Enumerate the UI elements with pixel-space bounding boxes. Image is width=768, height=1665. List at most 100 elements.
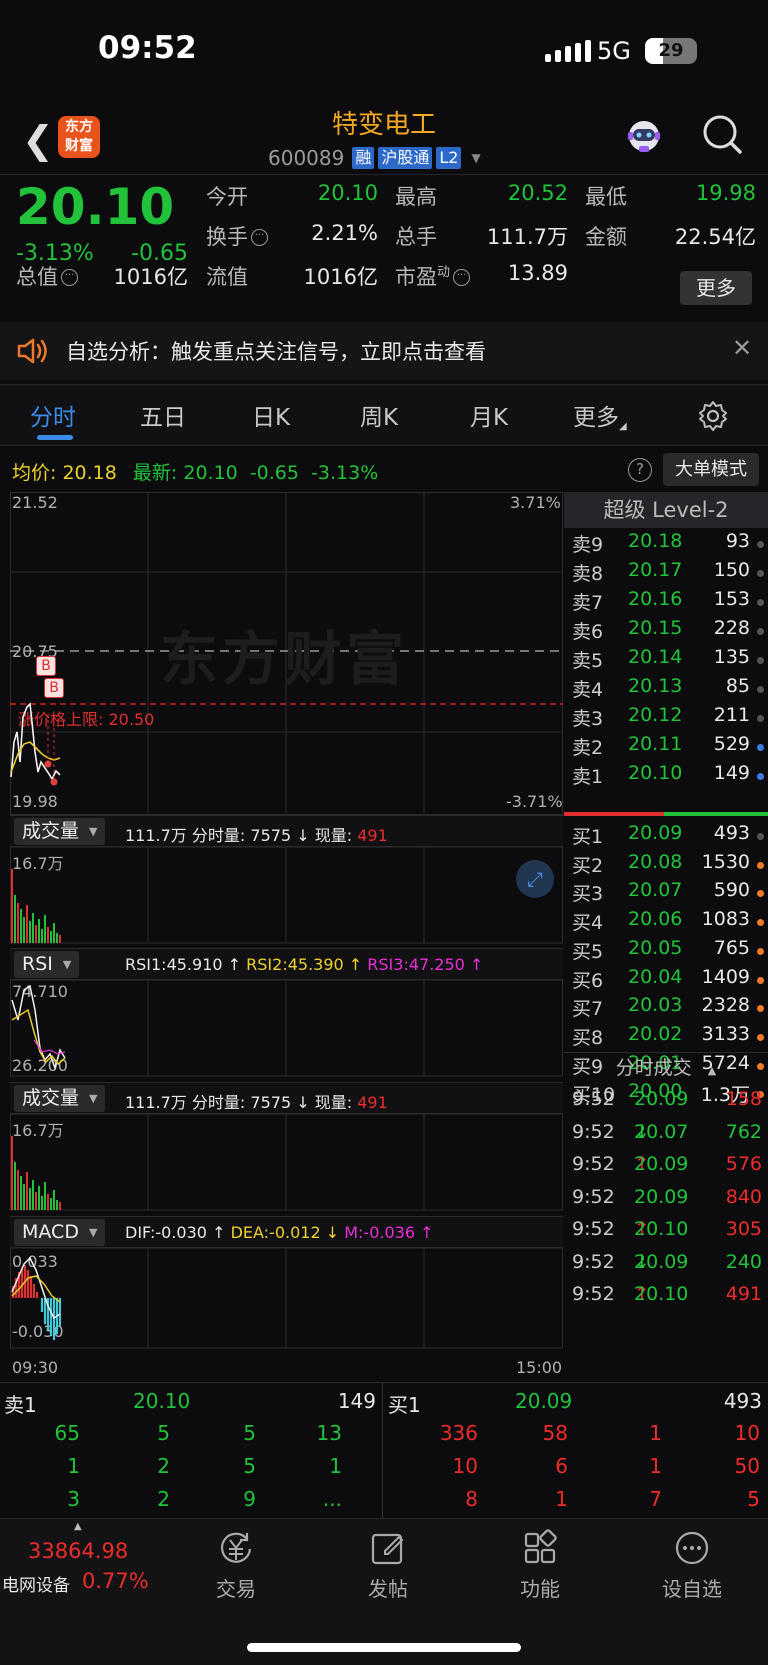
order-dot-icon xyxy=(757,861,764,869)
ask-volume: 85 xyxy=(725,675,750,697)
help-icon[interactable]: ? xyxy=(628,458,652,482)
nav-features[interactable]: 功能 xyxy=(490,1529,590,1602)
intraday-chart[interactable]: 东方财富 21.52 3.71% 20.75 涨价格上限: 20.50 19.9… xyxy=(10,492,563,1382)
battery-level: 29 xyxy=(658,40,684,61)
ask-row[interactable]: 卖7 20.16 153 xyxy=(564,588,768,618)
volume-bars xyxy=(11,869,61,943)
ask-row[interactable]: 卖3 20.12 211 xyxy=(564,704,768,734)
bid-row[interactable]: 买3 20.07 590 xyxy=(564,879,768,909)
bid-queue-cell: 1 xyxy=(555,1487,568,1511)
ask-volume: 529 xyxy=(713,733,750,755)
trades-header[interactable]: 分时成交 ▲ xyxy=(564,1052,768,1082)
bid-row[interactable]: 买1 20.09 493 xyxy=(564,822,768,852)
corner-caret-icon: ◢ xyxy=(619,421,627,432)
trade-price: 20.07 ↓ xyxy=(634,1120,689,1143)
trade-price: 20.09 ↓ xyxy=(634,1250,689,1273)
latest-value: 20.10 xyxy=(183,462,238,484)
speaker-icon xyxy=(17,338,47,364)
tab-five-day[interactable]: 五日 xyxy=(140,398,186,432)
ask-queue-cell: 5 xyxy=(243,1421,256,1445)
bid-row[interactable]: 买4 20.06 1083 xyxy=(564,908,768,938)
dropdown-caret-icon: ▼ xyxy=(89,1092,98,1105)
nav-trade[interactable]: 交易 xyxy=(186,1529,286,1602)
bid-row[interactable]: 买8 20.02 3133 xyxy=(564,1023,768,1053)
bid-ask-divider xyxy=(564,812,664,816)
volume-bars xyxy=(11,1136,61,1210)
ask-queue-cell: 3 xyxy=(67,1487,80,1511)
ask-row[interactable]: 卖8 20.17 150 xyxy=(564,559,768,589)
time-end: 15:00 xyxy=(516,1358,563,1377)
ask-queue-cell: 65 xyxy=(54,1421,80,1445)
indicator-dropdown[interactable]: 成交量 ▼ xyxy=(14,1085,106,1112)
indicator-dropdown[interactable]: MACD ▼ xyxy=(14,1219,106,1246)
ask-queue-cell: 2 xyxy=(157,1454,170,1478)
trade-volume: 240 xyxy=(725,1250,762,1273)
ask-row[interactable]: 卖2 20.11 529 xyxy=(564,733,768,763)
level2-title[interactable]: 超级 Level-2 xyxy=(564,492,768,528)
stock-subline[interactable]: 600089 融 沪股通 L2 ▼ xyxy=(268,145,481,171)
tab-more[interactable]: 更多◢ xyxy=(573,398,627,432)
low-label: 最低 xyxy=(585,185,627,209)
bid-queue-cell: 8 xyxy=(465,1487,478,1511)
buy-marker-badge[interactable]: B xyxy=(36,656,56,676)
ask-row[interactable]: 卖5 20.14 135 xyxy=(564,646,768,676)
amount-label: 金额 xyxy=(585,225,627,249)
ask-row[interactable]: 卖9 20.18 93 xyxy=(564,530,768,560)
notice-banner[interactable]: 自选分析：触发重点关注信号，立即点击查看 ✕ xyxy=(0,322,768,380)
connect-tag: 沪股通 xyxy=(378,147,433,169)
order-dot-icon xyxy=(757,541,764,548)
robot-assistant-icon[interactable] xyxy=(624,116,664,156)
bid-row[interactable]: 买7 20.03 2328 xyxy=(564,994,768,1024)
tab-weekly-k[interactable]: 周K xyxy=(360,398,398,432)
nav-add-watchlist[interactable]: 设自选 xyxy=(642,1529,742,1602)
tab-monthly-k[interactable]: 月K xyxy=(470,398,508,432)
index-ticker[interactable]: ▲ 33864.98 电网设备 0.77% xyxy=(0,1519,160,1619)
ask-row[interactable]: 卖4 20.13 85 xyxy=(564,675,768,705)
trade-row: 9:52 20.09 840 xyxy=(572,1185,762,1208)
bid-volume: 765 xyxy=(713,936,750,959)
expand-icon[interactable]: ⤢ xyxy=(516,860,554,898)
total-cap-value: 1016亿 xyxy=(113,265,188,289)
search-icon[interactable] xyxy=(700,112,744,156)
bid-queue-cell: 1 xyxy=(649,1454,662,1478)
price-line xyxy=(10,702,61,786)
volume-split: 7575 xyxy=(250,1093,292,1112)
low-value: 19.98 xyxy=(695,181,756,205)
bid-row[interactable]: 买2 20.08 1530 xyxy=(564,851,768,881)
big-order-mode-button[interactable]: 大单模式 xyxy=(663,453,759,486)
macd-dif: DIF:-0.030 xyxy=(125,1223,207,1242)
ask-label: 卖2 xyxy=(572,737,604,759)
ask-label: 卖9 xyxy=(572,534,604,556)
indicator-dropdown[interactable]: RSI ▼ xyxy=(14,951,80,978)
more-button[interactable]: 更多 xyxy=(680,271,752,305)
trade-row: 9:52 20.09 ↑ 576 xyxy=(564,1153,768,1183)
indicator-dropdown[interactable]: 成交量 ▼ xyxy=(14,818,106,845)
tab-intraday[interactable]: 分时 xyxy=(30,398,76,432)
info-dots-icon: ··· xyxy=(61,269,78,286)
book-bid-label: 买1 xyxy=(388,1393,421,1417)
dropdown-caret-icon[interactable]: ▼ xyxy=(471,151,480,165)
float-cap-value: 1016亿 xyxy=(303,265,378,289)
index-percent: 0.77% xyxy=(82,1569,149,1593)
last-price: 20.10 xyxy=(16,178,175,236)
ask-row[interactable]: 卖6 20.15 228 xyxy=(564,617,768,647)
bid-row[interactable]: 买6 20.04 1409 xyxy=(564,966,768,996)
tab-daily-k[interactable]: 日K xyxy=(252,398,290,432)
settings-gear-icon[interactable] xyxy=(697,400,729,432)
chart-watermark: 东方财富 xyxy=(160,625,409,693)
ask-volume: 149 xyxy=(713,762,750,784)
signal-strength-icon xyxy=(545,40,593,62)
bid-volume: 2328 xyxy=(701,994,750,1017)
buy-marker-badge[interactable]: B xyxy=(44,678,64,698)
close-icon[interactable]: ✕ xyxy=(732,334,752,362)
bid-row[interactable]: 买5 20.05 765 xyxy=(564,937,768,967)
notice-text: 自选分析：触发重点关注信号，立即点击查看 xyxy=(66,340,486,364)
macd-panel-header: MACD ▼ DIF:-0.030 ↑ DEA:-0.012 ↓ M:-0.036… xyxy=(10,1216,563,1248)
nav-post[interactable]: 发帖 xyxy=(338,1529,438,1602)
info-dots-icon: ··· xyxy=(453,269,471,286)
bid-label: 买4 xyxy=(572,912,604,935)
order-dot-icon xyxy=(757,947,764,955)
ask-queue-cell: ... xyxy=(322,1487,342,1511)
pe-value: 13.89 xyxy=(507,261,568,285)
ask-row[interactable]: 卖1 20.10 149 xyxy=(564,762,768,792)
